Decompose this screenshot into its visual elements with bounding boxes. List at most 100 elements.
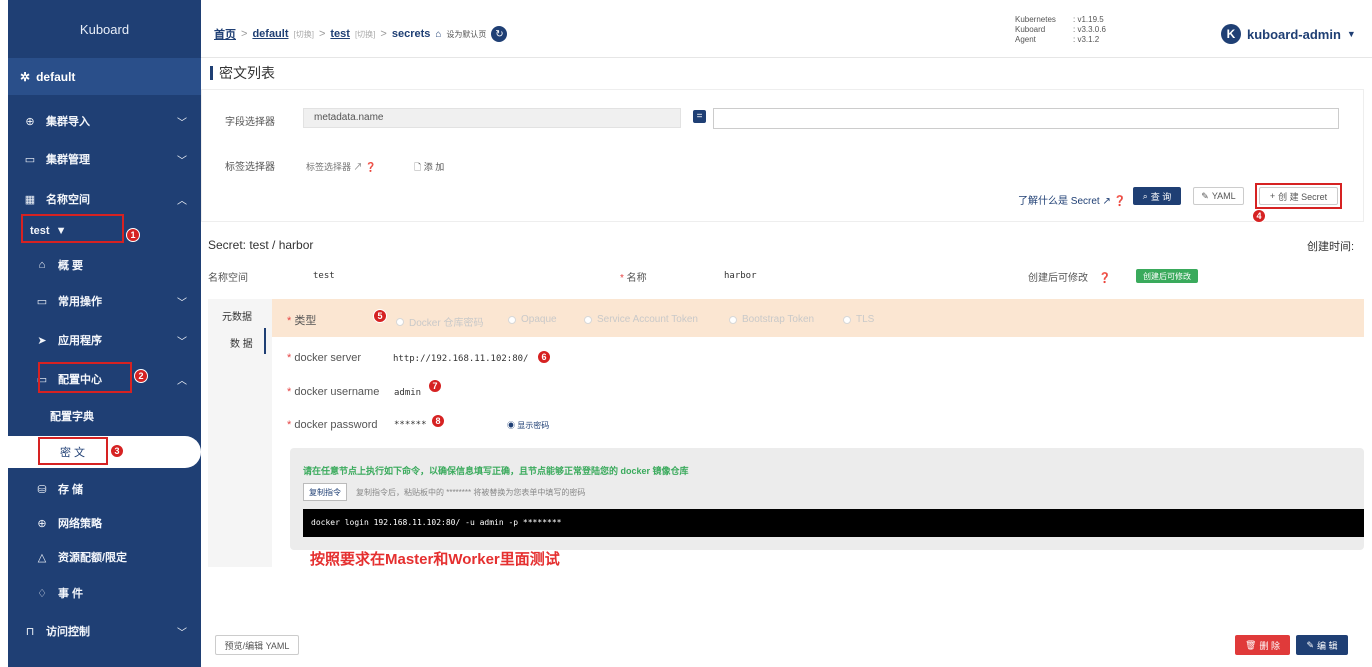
- chevron-down-icon: ﹀: [177, 156, 187, 167]
- cluster-selector[interactable]: ✲ default: [8, 58, 201, 95]
- show-password-button[interactable]: ◉ 显示密码: [507, 420, 549, 431]
- crumb-secrets: secrets: [391, 28, 431, 40]
- gear-icon: ✲: [20, 69, 31, 84]
- docker-username-label: * docker username: [287, 386, 380, 398]
- annotation-badge: 8: [431, 414, 445, 428]
- chevron-up-icon: ︿: [177, 376, 187, 387]
- sidebar: Kuboard ✲ default ⊕ 集群导入 ﹀ ▭ 集群管理 ﹀ ▦ 名称…: [8, 0, 201, 667]
- edit-icon: ✎: [1306, 639, 1315, 650]
- namespace-value: test: [313, 271, 335, 281]
- eye-icon: ◉: [507, 421, 515, 430]
- app-title: Kuboard: [79, 21, 130, 37]
- annotation-badge: 7: [428, 379, 442, 393]
- status-badge: 创建后可修改: [1136, 269, 1198, 283]
- caret-down-icon: ▼: [1346, 29, 1356, 39]
- chevron-down-icon: ﹀: [177, 337, 187, 348]
- chevron-right-icon: >: [318, 28, 326, 40]
- detail-title: Secret: test / harbor: [208, 238, 314, 252]
- sidebar-item-apps[interactable]: ➤ 应用程序 ﹀: [8, 325, 201, 355]
- crumb-test[interactable]: test: [330, 28, 350, 40]
- link-icon: ⊕: [37, 517, 47, 530]
- help-icon: ❓: [1098, 273, 1112, 284]
- sidebar-item-common-ops[interactable]: ▭ 常用操作 ﹀: [8, 286, 201, 316]
- grid-icon: ▦: [24, 193, 36, 206]
- folder-icon: ▭: [36, 295, 48, 308]
- crumb-switch[interactable]: [切换]: [355, 29, 375, 40]
- external-link-icon: ↗: [1102, 196, 1111, 207]
- label-selector-link[interactable]: 标签选择器 ↗ ❓: [306, 160, 376, 173]
- refresh-icon[interactable]: ↻: [491, 26, 508, 42]
- add-label-button[interactable]: 🗋 添 加: [414, 160, 444, 176]
- sidebar-item-events[interactable]: ♢ 事 件: [8, 578, 201, 608]
- name-value: harbor: [724, 271, 757, 281]
- sidebar-item-manage[interactable]: ▭ 集群管理 ﹀: [8, 144, 201, 174]
- annotation-badge: 5: [373, 309, 387, 323]
- field-selector-select[interactable]: metadata.name: [303, 108, 681, 128]
- help-icon: ❓: [1113, 196, 1127, 207]
- active-tab-indicator: [264, 328, 266, 354]
- field-selector-input[interactable]: [713, 108, 1339, 129]
- editable-label: 创建后可修改 ❓: [1028, 273, 1112, 284]
- namespace-label: 名称空间: [208, 273, 248, 284]
- learn-secret-link[interactable]: 了解什么是 Secret ↗ ❓: [1018, 192, 1126, 207]
- type-radio-opaque[interactable]: Opaque: [508, 314, 557, 325]
- edit-icon: ✎: [1201, 190, 1209, 201]
- crumb-switch[interactable]: [切换]: [294, 29, 314, 40]
- equals-operator[interactable]: =: [693, 110, 706, 123]
- page-title: 密文列表: [210, 66, 275, 80]
- send-icon: ➤: [37, 334, 47, 347]
- yaml-button[interactable]: ✎ YAML: [1193, 187, 1244, 205]
- chevron-right-icon: >: [241, 28, 248, 40]
- type-radio-sa-token[interactable]: Service Account Token: [584, 314, 698, 325]
- bell-icon: ♢: [37, 587, 47, 600]
- annotation-box-2: [38, 362, 132, 393]
- annotation-box-1: [21, 214, 124, 243]
- copy-command-button[interactable]: 复制指令: [303, 483, 347, 501]
- sidebar-item-import[interactable]: ⊕ 集群导入 ﹀: [8, 106, 201, 136]
- top-bar: 首页 > default [切换] > test [切换] > secrets …: [201, 0, 1372, 58]
- query-button[interactable]: ⌕ 查 询: [1133, 187, 1181, 205]
- delete-button[interactable]: 🗑 删 除: [1235, 635, 1290, 655]
- sidebar-item-namespace[interactable]: ▦ 名称空间 ︿: [8, 184, 201, 214]
- sidebar-item-network-policy[interactable]: ⊕ 网络策略: [8, 508, 201, 538]
- version-info: Kubernetes: v1.19.5 Kuboard: v3.3.0.6 Ag…: [1015, 15, 1106, 44]
- trash-icon: 🗑: [1245, 639, 1257, 650]
- sidebar-item-quota[interactable]: △ 资源配额/限定: [8, 542, 201, 572]
- type-label: * 类型: [287, 315, 317, 327]
- name-label: * 名称: [620, 273, 647, 284]
- created-time-label: 创建时间:: [1307, 241, 1355, 253]
- folder-icon: ▭: [24, 153, 36, 166]
- lock-icon: ⊓: [25, 625, 35, 638]
- annotation-badge: 2: [134, 369, 148, 383]
- edit-button[interactable]: ✎ 编 辑: [1296, 635, 1348, 655]
- sidebar-item-config-dict[interactable]: 配置字典: [8, 401, 201, 431]
- radio-icon: [584, 315, 592, 324]
- sidebar-item-overview[interactable]: ⌂ 概 要: [8, 250, 201, 280]
- type-radio-bootstrap[interactable]: Bootstrap Token: [729, 314, 814, 325]
- help-icon: ❓: [365, 162, 377, 172]
- annotation-box-3: [38, 437, 108, 465]
- tab-metadata[interactable]: 元数据: [222, 308, 252, 323]
- docker-server-label: * docker server: [287, 352, 361, 364]
- sidebar-item-access-control[interactable]: ⊓ 访问控制 ﹀: [8, 616, 201, 646]
- set-default-link[interactable]: 设为默认页: [446, 29, 486, 40]
- home-icon: ⌂: [435, 28, 442, 40]
- annotation-badge: 3: [110, 444, 124, 458]
- breadcrumb: 首页 > default [切换] > test [切换] > secrets …: [214, 26, 508, 42]
- annotation-text: 按照要求在Master和Worker里面测试: [310, 551, 560, 568]
- sidebar-item-storage[interactable]: ⛁ 存 储: [8, 474, 201, 504]
- type-radio-tls[interactable]: TLS: [843, 314, 874, 325]
- triangle-icon: △: [37, 551, 47, 564]
- docker-username-value[interactable]: admin: [394, 388, 421, 398]
- docker-server-value[interactable]: http://192.168.11.102:80/: [393, 354, 528, 364]
- crumb-default[interactable]: default: [252, 28, 288, 40]
- user-menu[interactable]: K kuboard-admin ▼: [1221, 24, 1356, 44]
- username: kuboard-admin: [1247, 26, 1341, 42]
- docker-password-value[interactable]: ******: [394, 420, 427, 430]
- crumb-home[interactable]: 首页: [214, 26, 236, 42]
- type-radio-docker[interactable]: Docker 仓库密码: [396, 314, 483, 329]
- preview-yaml-button[interactable]: 预览/编辑 YAML: [215, 635, 299, 655]
- search-icon: ⌕: [1142, 190, 1148, 201]
- link-icon: ⊕: [25, 115, 35, 128]
- tab-data[interactable]: 数 据: [230, 335, 253, 350]
